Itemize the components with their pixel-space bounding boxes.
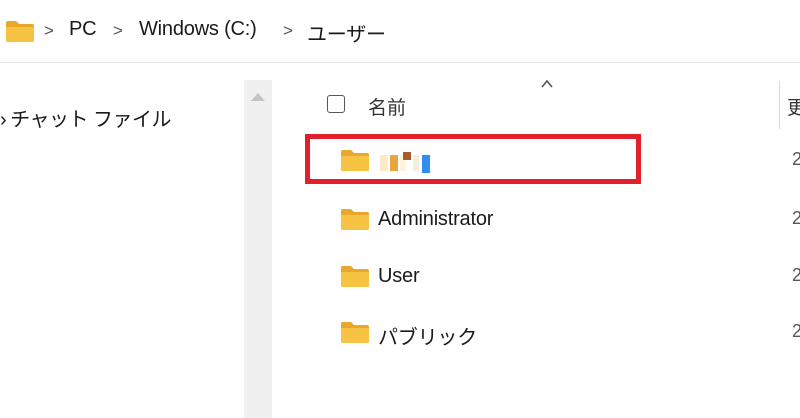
file-list: 名前 更 2 Administrator 2 User 2 パブリック 2 bbox=[272, 63, 800, 418]
breadcrumb-pc[interactable]: PC bbox=[69, 18, 97, 41]
breadcrumb-users[interactable]: ユーザー bbox=[307, 18, 386, 47]
file-name: Administrator bbox=[378, 208, 494, 230]
chevron-right-icon: > bbox=[283, 21, 293, 40]
column-header-date[interactable]: 更 bbox=[787, 93, 800, 120]
nav-item-chat-files[interactable]: › チャット ファイル bbox=[0, 103, 172, 132]
expand-chevron-icon[interactable]: › bbox=[0, 109, 7, 131]
folder-icon bbox=[340, 320, 370, 349]
chevron-right-icon: > bbox=[44, 21, 54, 40]
chevron-right-icon: > bbox=[113, 21, 123, 40]
file-date: 2 bbox=[792, 149, 800, 169]
highlight-box bbox=[305, 134, 641, 184]
folder-icon bbox=[340, 207, 370, 236]
file-name: User bbox=[378, 265, 420, 287]
folder-icon bbox=[340, 264, 370, 293]
scroll-up-arrow-icon[interactable] bbox=[251, 93, 265, 101]
file-name: パブリック bbox=[378, 327, 477, 349]
file-date: 2 bbox=[792, 208, 800, 228]
nav-scrollbar[interactable] bbox=[244, 80, 272, 418]
file-date: 2 bbox=[792, 265, 800, 285]
select-all-checkbox[interactable] bbox=[327, 95, 345, 113]
address-bar[interactable]: > PC > Windows (C:) > ユーザー bbox=[0, 0, 800, 63]
folder-icon bbox=[5, 19, 35, 48]
chevron-up-icon[interactable] bbox=[540, 77, 554, 91]
breadcrumb-windows-c[interactable]: Windows (C:) bbox=[139, 18, 257, 41]
list-item[interactable]: Administrator 2 bbox=[272, 196, 800, 244]
column-header-name[interactable]: 名前 bbox=[368, 93, 406, 120]
list-item[interactable]: User 2 bbox=[272, 253, 800, 301]
navigation-pane: › チャット ファイル bbox=[0, 63, 244, 418]
column-divider[interactable] bbox=[779, 81, 780, 129]
nav-item-label: チャット ファイル bbox=[10, 109, 172, 131]
list-item[interactable]: パブリック 2 bbox=[272, 309, 800, 357]
file-date: 2 bbox=[792, 321, 800, 341]
